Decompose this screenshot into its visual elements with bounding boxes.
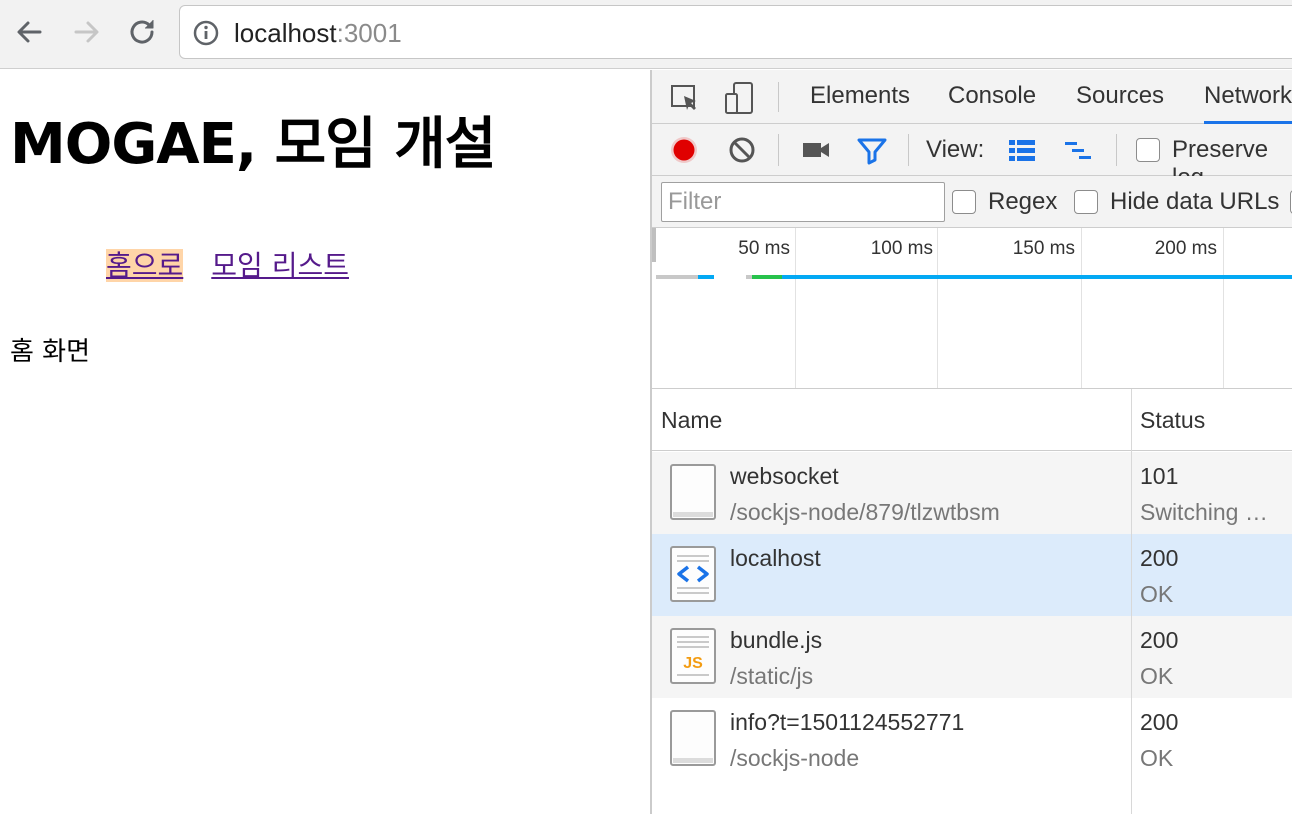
arrow-right-icon <box>74 21 99 43</box>
reload-icon <box>130 20 154 44</box>
js-file-icon: JS <box>670 628 716 684</box>
back-button[interactable] <box>10 12 50 52</box>
home-link[interactable]: 홈으로 <box>106 249 184 282</box>
hide-data-urls-checkbox[interactable] <box>1074 190 1098 214</box>
request-path: /sockjs-node <box>730 745 860 771</box>
document-icon <box>670 710 716 766</box>
tab-sources[interactable]: Sources <box>1076 70 1164 124</box>
column-header-status[interactable]: Status <box>1140 389 1205 451</box>
request-path: /static/js <box>730 663 814 689</box>
timeline-gridline <box>1081 228 1082 388</box>
reload-button[interactable] <box>122 12 162 52</box>
screenshot-camera-icon[interactable] <box>800 134 832 166</box>
devtools-tabbar: Elements Console Sources Network <box>652 70 1292 124</box>
timeline-bar <box>698 275 714 279</box>
timeline-gridline <box>937 228 938 388</box>
arrow-left-icon <box>17 21 42 43</box>
table-row[interactable]: websocket /sockjs-node/879/tlzwtbsm 101 … <box>652 452 1292 534</box>
timeline-bar <box>782 275 1292 279</box>
tabbar-separator <box>778 82 779 112</box>
timeline-tick-label: 50 ms <box>738 238 790 259</box>
status-text: Switching … <box>1140 499 1268 525</box>
url-host: localhost <box>234 18 337 48</box>
request-name: info?t=1501124552771 <box>730 709 965 735</box>
filter-funnel-icon[interactable] <box>856 134 888 166</box>
tab-elements[interactable]: Elements <box>810 70 910 124</box>
meeting-list-link[interactable]: 모임 리스트 <box>211 249 349 282</box>
status-code: 101 <box>1140 463 1179 489</box>
url-text: localhost:3001 <box>234 18 402 48</box>
page-title: MOGAE, 모임 개설 <box>10 112 496 177</box>
large-rows-icon[interactable] <box>1006 134 1038 166</box>
request-path: /sockjs-node/879/tlzwtbsm <box>730 499 1000 525</box>
view-label: View: <box>926 136 985 163</box>
inspect-element-icon[interactable] <box>668 80 704 116</box>
timeline-tick-label: 100 ms <box>870 238 933 259</box>
request-name: bundle.js <box>730 627 823 653</box>
timeline-bar <box>656 275 698 279</box>
column-header-name[interactable]: Name <box>661 389 722 451</box>
status-text: OK <box>1140 745 1174 771</box>
table-row[interactable]: JS bundle.js /static/js 200 OK <box>652 616 1292 698</box>
html-file-icon <box>670 546 716 602</box>
filter-input[interactable] <box>661 182 945 222</box>
nav-links: 홈으로 모임 리스트 <box>106 246 377 286</box>
record-icon[interactable] <box>668 134 700 166</box>
url-port: :3001 <box>336 18 402 48</box>
timeline-tick-label: 150 ms <box>1012 238 1075 259</box>
info-icon[interactable] <box>192 19 220 47</box>
body-text: 홈 화면 <box>10 337 91 367</box>
regex-label: Regex <box>988 188 1058 215</box>
timeline-gridline <box>795 228 796 388</box>
status-text: OK <box>1140 581 1174 607</box>
status-code: 200 <box>1140 709 1179 735</box>
requests-table-header: Name Status <box>652 389 1292 451</box>
request-name: websocket <box>730 463 839 489</box>
column-divider[interactable] <box>1131 389 1132 814</box>
forward-button[interactable] <box>66 12 106 52</box>
network-toolbar: View: Preserve log <box>652 124 1292 191</box>
toolbar-separator <box>1116 134 1117 166</box>
document-icon <box>670 464 716 520</box>
browser-toolbar: localhost:3001 <box>0 0 1292 69</box>
status-text: OK <box>1140 663 1174 689</box>
devtools-panel: Elements Console Sources Network View: P… <box>650 70 1292 814</box>
svg-text:JS: JS <box>683 655 703 672</box>
timeline-tick-label: 200 ms <box>1154 238 1217 259</box>
toolbar-separator <box>908 134 909 166</box>
timeline-gridline <box>1223 228 1224 388</box>
clear-icon[interactable] <box>726 134 758 166</box>
status-code: 200 <box>1140 627 1179 653</box>
preserve-log-checkbox[interactable] <box>1136 138 1160 162</box>
status-code: 200 <box>1140 545 1179 571</box>
timeline-overview[interactable]: 50 ms 100 ms 150 ms 200 ms <box>652 228 1292 389</box>
timeline-left-handle[interactable] <box>652 228 656 262</box>
page-content: MOGAE, 모임 개설 홈으로 모임 리스트 홈 화면 <box>0 70 650 814</box>
request-name: localhost <box>730 545 821 571</box>
hide-data-urls-label: Hide data URLs <box>1110 188 1280 215</box>
filter-bar: Regex Hide data URLs <box>652 176 1292 228</box>
device-toolbar-icon[interactable] <box>722 80 758 116</box>
waterfall-overview-icon[interactable] <box>1062 134 1094 166</box>
regex-checkbox[interactable] <box>952 190 976 214</box>
address-bar[interactable]: localhost:3001 <box>179 5 1292 59</box>
toolbar-separator <box>778 134 779 166</box>
table-row[interactable]: info?t=1501124552771 /sockjs-node 200 OK <box>652 698 1292 780</box>
table-row[interactable]: localhost 200 OK <box>652 534 1292 616</box>
timeline-bar <box>752 275 782 279</box>
tab-network[interactable]: Network <box>1204 70 1292 124</box>
tab-console[interactable]: Console <box>948 70 1036 124</box>
